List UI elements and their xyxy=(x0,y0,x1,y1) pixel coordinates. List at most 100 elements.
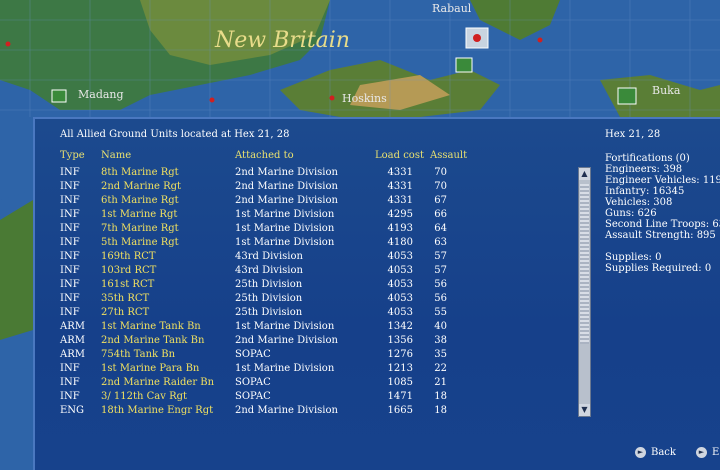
header-load-cost[interactable]: Load cost xyxy=(375,150,424,161)
unit-name-cell[interactable]: 1st Marine Tank Bn xyxy=(101,321,201,332)
unit-name-cell[interactable]: 2nd Marine Raider Bn xyxy=(101,377,214,388)
unit-name-cell[interactable]: 35th RCT xyxy=(101,293,149,304)
unit-name-cell[interactable]: 2nd Marine Tank Bn xyxy=(101,335,204,346)
unit-assault-cell: 57 xyxy=(434,265,447,276)
exit-button[interactable]: ► E xyxy=(696,447,719,458)
unit-load-cell: 4053 xyxy=(387,251,413,262)
unit-name-cell[interactable]: 754th Tank Bn xyxy=(101,349,175,360)
unit-row[interactable]: INF 2nd Marine Raider Bn SOPAC 1085 21 xyxy=(35,377,575,391)
unit-name-cell[interactable]: 7th Marine Rgt xyxy=(101,223,179,234)
unit-load-cell: 4331 xyxy=(387,181,413,192)
unit-attached-cell: 2nd Marine Division xyxy=(235,181,338,192)
header-attached[interactable]: Attached to xyxy=(235,150,294,161)
unit-name-cell[interactable]: 1st Marine Para Bn xyxy=(101,363,199,374)
unit-type-cell: INF xyxy=(60,391,80,402)
unit-name-cell[interactable]: 8th Marine Rgt xyxy=(101,167,179,178)
scroll-up-arrow[interactable]: ▲ xyxy=(579,168,590,180)
summary-second-line: Second Line Troops: 63884 xyxy=(605,219,720,230)
unit-assault-cell: 66 xyxy=(434,209,447,220)
unit-row[interactable]: INF 2nd Marine Rgt 2nd Marine Division 4331… xyxy=(35,181,575,195)
unit-row[interactable]: INF 8th Marine Rgt 2nd Marine Division 4331… xyxy=(35,167,575,181)
unit-attached-cell: 1st Marine Division xyxy=(235,237,335,248)
back-button[interactable]: ► Back xyxy=(635,447,676,458)
unit-row[interactable]: INF 169th RCT 43rd Division 4053 57 xyxy=(35,251,575,265)
unit-load-cell: 4331 xyxy=(387,167,413,178)
unit-row[interactable]: ARM 2nd Marine Tank Bn 2nd Marine Division… xyxy=(35,335,575,349)
unit-name-cell[interactable]: 5th Marine Rgt xyxy=(101,237,179,248)
list-scrollbar[interactable]: ▲ ▼ xyxy=(578,167,591,417)
unit-assault-cell: 67 xyxy=(434,195,447,206)
unit-assault-cell: 63 xyxy=(434,237,447,248)
unit-assault-cell: 64 xyxy=(434,223,447,234)
unit-attached-cell: 1st Marine Division xyxy=(235,321,335,332)
back-label: Back xyxy=(651,447,676,458)
summary-hex: Hex 21, 28 xyxy=(605,129,661,140)
unit-attached-cell: SOPAC xyxy=(235,349,271,360)
unit-attached-cell: 1st Marine Division xyxy=(235,223,335,234)
header-type[interactable]: Type xyxy=(60,150,85,161)
unit-attached-cell: SOPAC xyxy=(235,377,271,388)
map-label-buka: Buka xyxy=(652,84,681,97)
unit-row[interactable]: ARM 1st Marine Tank Bn 1st Marine Division… xyxy=(35,321,575,335)
unit-row[interactable]: ENG 18th Marine Engr Rgt 2nd Marine Divisi… xyxy=(35,405,575,419)
unit-assault-cell: 70 xyxy=(434,181,447,192)
unit-row[interactable]: INF 35th RCT 25th Division 4053 56 xyxy=(35,293,575,307)
summary-fortifications: Fortifications (0) xyxy=(605,153,690,164)
ground-units-panel: All Allied Ground Units located at Hex 2… xyxy=(33,117,720,470)
unit-name-cell[interactable]: 169th RCT xyxy=(101,251,156,262)
unit-name-cell[interactable]: 27th RCT xyxy=(101,307,149,318)
unit-row[interactable]: INF 27th RCT 25th Division 4053 55 xyxy=(35,307,575,321)
unit-attached-cell: 2nd Marine Division xyxy=(235,195,338,206)
unit-assault-cell: 57 xyxy=(434,251,447,262)
unit-row[interactable]: INF 1st Marine Para Bn 1st Marine Division… xyxy=(35,363,575,377)
unit-type-cell: INF xyxy=(60,223,80,234)
unit-name-cell[interactable]: 3/ 112th Cav Rgt xyxy=(101,391,187,402)
map-label-madang: Madang xyxy=(78,88,124,101)
unit-row[interactable]: INF 5th Marine Rgt 1st Marine Division 4180… xyxy=(35,237,575,251)
unit-type-cell: ARM xyxy=(60,335,85,346)
unit-type-cell: INF xyxy=(60,265,80,276)
unit-assault-cell: 55 xyxy=(434,307,447,318)
unit-type-cell: INF xyxy=(60,363,80,374)
unit-type-cell: INF xyxy=(60,181,80,192)
unit-attached-cell: 25th Division xyxy=(235,279,303,290)
unit-assault-cell: 35 xyxy=(434,349,447,360)
unit-row[interactable]: INF 3/ 112th Cav Rgt SOPAC 1471 18 xyxy=(35,391,575,405)
unit-row[interactable]: ARM 754th Tank Bn SOPAC 1276 35 xyxy=(35,349,575,363)
unit-row[interactable]: INF 103rd RCT 43rd Division 4053 57 xyxy=(35,265,575,279)
summary-guns: Guns: 626 xyxy=(605,208,657,219)
unit-assault-cell: 21 xyxy=(434,377,447,388)
unit-type-cell: INF xyxy=(60,377,80,388)
unit-row[interactable]: INF 161st RCT 25th Division 4053 56 xyxy=(35,279,575,293)
unit-row[interactable]: INF 7th Marine Rgt 1st Marine Division 4193… xyxy=(35,223,575,237)
unit-attached-cell: 1st Marine Division xyxy=(235,209,335,220)
unit-name-cell[interactable]: 1st Marine Rgt xyxy=(101,209,177,220)
unit-name-cell[interactable]: 6th Marine Rgt xyxy=(101,195,179,206)
unit-name-cell[interactable]: 161st RCT xyxy=(101,279,154,290)
unit-assault-cell: 56 xyxy=(434,293,447,304)
scroll-thumb[interactable] xyxy=(580,184,589,344)
unit-row[interactable]: INF 6th Marine Rgt 2nd Marine Division 4331… xyxy=(35,195,575,209)
summary-assault-strength: Assault Strength: 895 xyxy=(605,230,716,241)
unit-type-cell: ENG xyxy=(60,405,85,416)
unit-load-cell: 1356 xyxy=(387,335,413,346)
unit-load-cell: 1665 xyxy=(387,405,413,416)
scroll-down-arrow[interactable]: ▼ xyxy=(579,404,590,416)
unit-load-cell: 1213 xyxy=(387,363,413,374)
unit-load-cell: 4295 xyxy=(387,209,413,220)
unit-row[interactable]: INF 1st Marine Rgt 1st Marine Division 4295… xyxy=(35,209,575,223)
summary-infantry: Infantry: 16345 xyxy=(605,186,685,197)
unit-attached-cell: 25th Division xyxy=(235,293,303,304)
header-assault[interactable]: Assault xyxy=(430,150,467,161)
header-name[interactable]: Name xyxy=(101,150,131,161)
unit-name-cell[interactable]: 18th Marine Engr Rgt xyxy=(101,405,213,416)
unit-load-cell: 4331 xyxy=(387,195,413,206)
unit-load-cell: 4053 xyxy=(387,265,413,276)
unit-attached-cell: 25th Division xyxy=(235,307,303,318)
map-label-rabaul: Rabaul xyxy=(432,2,472,15)
unit-attached-cell: 2nd Marine Division xyxy=(235,167,338,178)
unit-assault-cell: 18 xyxy=(434,405,447,416)
unit-name-cell[interactable]: 103rd RCT xyxy=(101,265,156,276)
unit-type-cell: INF xyxy=(60,237,80,248)
unit-name-cell[interactable]: 2nd Marine Rgt xyxy=(101,181,181,192)
